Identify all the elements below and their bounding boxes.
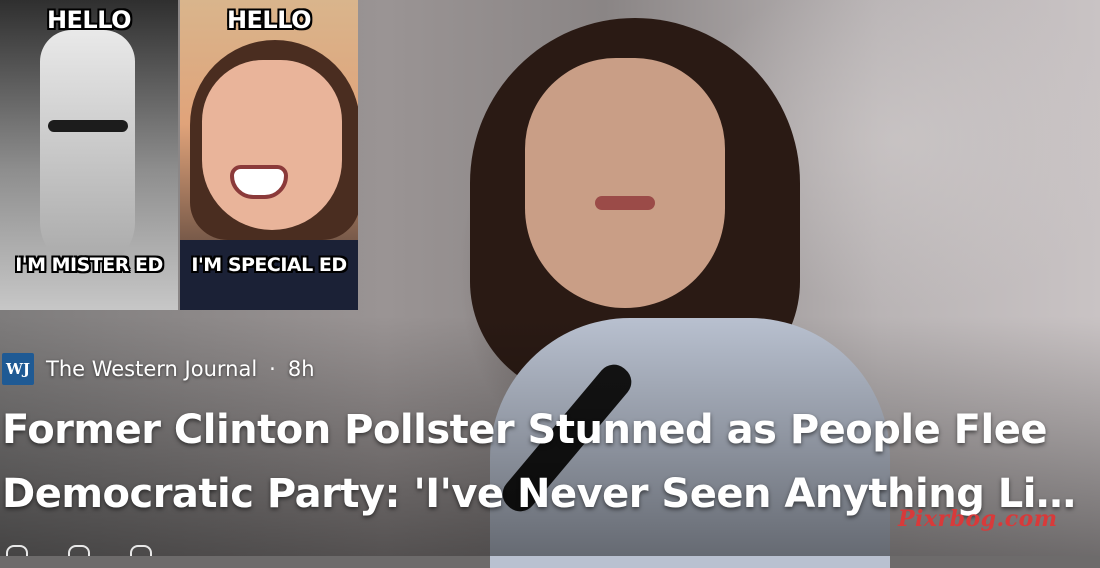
meme-right-bottom-text: I'M SPECIAL ED <box>191 254 347 276</box>
woman-face <box>202 60 342 230</box>
headline-line-1: Former Clinton Pollster Stunned as Peopl… <box>2 407 1047 453</box>
speaker-lips <box>595 196 655 210</box>
meme-right-top-text: HELLO <box>226 6 312 34</box>
meme-left-top-text: HELLO <box>46 6 132 34</box>
speaker-face <box>525 58 725 308</box>
publisher-logo[interactable]: WJ <box>2 353 34 385</box>
publisher-name[interactable]: The Western Journal <box>46 357 257 381</box>
meme-left-bottom-text: I'M MISTER ED <box>15 254 163 276</box>
share-icon[interactable] <box>130 545 152 556</box>
meme-panel-right: HELLO I'M SPECIAL ED <box>180 0 358 310</box>
separator-dot: · <box>269 357 276 381</box>
article-source-row[interactable]: WJ The Western Journal · 8h <box>0 350 315 388</box>
meme-panel-left: HELLO I'M MISTER ED <box>0 0 178 310</box>
like-icon[interactable] <box>6 545 28 556</box>
comment-icon[interactable] <box>68 545 90 556</box>
time-ago: 8h <box>287 357 315 381</box>
horse-figure <box>40 30 135 270</box>
horse-bridle <box>48 120 128 132</box>
meme-image: HELLO I'M MISTER ED HELLO I'M SPECIAL ED <box>0 0 360 310</box>
watermark: Pixrbog.com <box>898 506 1058 532</box>
action-bar <box>0 545 306 556</box>
